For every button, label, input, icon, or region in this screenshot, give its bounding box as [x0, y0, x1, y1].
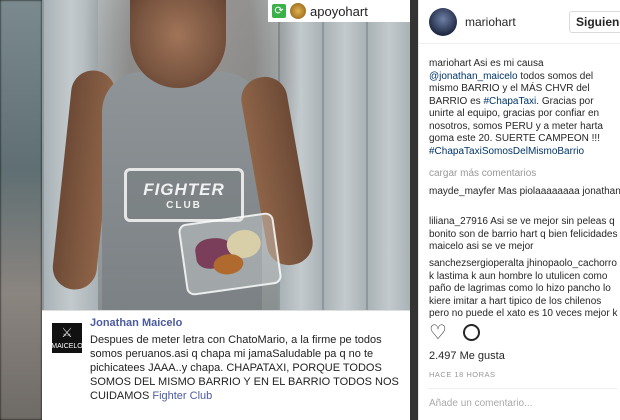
comment: sanchezsergioperalta jhinopaolo_cachorro… — [429, 258, 620, 321]
comment-username[interactable]: sanchezsergioperalta — [429, 258, 524, 269]
locker — [322, 0, 366, 310]
load-more-comments[interactable]: cargar más comentarios — [429, 168, 536, 179]
repost-avatar[interactable] — [290, 3, 306, 19]
food-container — [177, 211, 283, 297]
avatar[interactable] — [429, 8, 457, 36]
shirt-logo-line1: FIGHTER — [143, 179, 225, 199]
fighter-club-shirt-logo: FIGHTER CLUB — [124, 168, 244, 222]
comment-text: Mas piolaaaaaaaa jonathan — [497, 186, 620, 197]
blurred-background-left — [0, 0, 42, 420]
post-side-panel: mariohart Siguiendo mariohart Asi es mi … — [418, 0, 620, 420]
embedded-post-body: Despues de meter letra con ChatoMario, a… — [90, 334, 399, 402]
caption-mention[interactable]: @jonathan_maicelo — [429, 71, 518, 82]
caption-hashtag[interactable]: #ChapaTaxiSomosDelMismoBarrio — [429, 146, 584, 157]
add-comment-input[interactable]: Añade un comentario... — [429, 398, 532, 409]
repost-icon: ⟳ — [272, 4, 286, 18]
embedded-post-tag: Fighter Club — [152, 390, 213, 402]
embedded-post-card: MAICELO Jonathan Maicelo Despues de mete… — [42, 310, 410, 420]
post-header: mariohart Siguiendo — [419, 0, 620, 44]
embedded-post-author: Jonathan Maicelo — [90, 317, 183, 329]
repost-bar[interactable]: ⟳ apoyohart — [268, 0, 410, 22]
comment-username[interactable]: liliana_27916 — [429, 216, 488, 227]
maicelo-logo-text: MAICELO — [51, 343, 83, 350]
locker — [366, 0, 410, 310]
heart-icon[interactable]: ♡ — [429, 323, 447, 343]
post-caption: mariohart Asi es mi causa @jonathan_maic… — [429, 58, 620, 158]
post-photo[interactable]: FIGHTER CLUB ⟳ apoyohart — [42, 0, 410, 310]
comment: mayde_mayfer Mas piolaaaaaaaa jonathan — [429, 186, 620, 199]
comment-bubble-icon[interactable] — [463, 324, 480, 341]
likes-count[interactable]: 2.497 Me gusta — [429, 350, 505, 362]
divider — [427, 388, 617, 389]
header-username[interactable]: mariohart — [465, 15, 516, 29]
repost-username[interactable]: apoyohart — [310, 4, 368, 19]
post-actions: ♡ — [429, 323, 480, 343]
caption-hashtag[interactable]: #ChapaTaxi — [483, 96, 536, 107]
embedded-post-text: Despues de meter letra con ChatoMario, a… — [90, 333, 400, 403]
comment-username[interactable]: mayde_mayfer — [429, 186, 495, 197]
maicelo-logo: MAICELO — [51, 323, 83, 353]
divider-strip — [410, 0, 418, 420]
caption-username[interactable]: mariohart — [429, 58, 471, 69]
shirt-logo-line2: CLUB — [166, 199, 202, 211]
post-timestamp: HACE 18 HORAS — [429, 370, 496, 379]
caption-text: Asi es mi causa — [473, 58, 544, 69]
following-button[interactable]: Siguiendo — [569, 11, 620, 33]
comment: liliana_27916 Asi se ve mejor sin peleas… — [429, 216, 620, 254]
